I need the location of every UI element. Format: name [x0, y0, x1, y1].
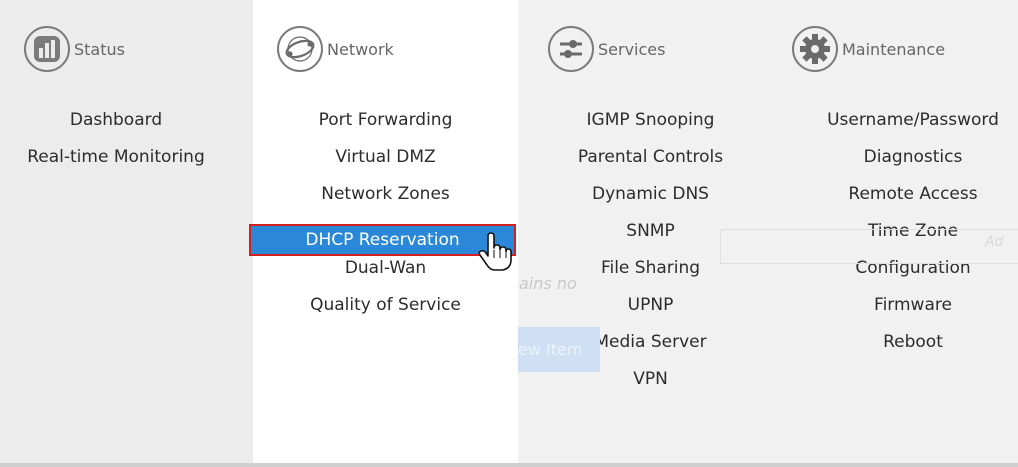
gear-icon — [792, 26, 838, 72]
menu-item-dhcp-reservation[interactable]: DHCP Reservation — [249, 224, 516, 256]
menu-item-remote-access[interactable]: Remote Access — [783, 182, 1018, 219]
maintenance-header[interactable]: Maintenance — [792, 24, 945, 74]
menu-item-vpn[interactable]: VPN — [518, 367, 783, 404]
network-header[interactable]: Network — [277, 24, 394, 74]
status-header[interactable]: Status — [24, 24, 125, 74]
menu-item-dashboard[interactable]: Dashboard — [0, 108, 232, 145]
status-items: Dashboard Real-time Monitoring — [0, 108, 232, 182]
menu-item-network-zones[interactable]: Network Zones — [253, 182, 518, 219]
menu-item-dynamic-dns[interactable]: Dynamic DNS — [518, 182, 783, 219]
status-title: Status — [74, 39, 125, 59]
menu-item-virtual-dmz[interactable]: Virtual DMZ — [253, 145, 518, 182]
status-column: Status Dashboard Real-time Monitoring — [0, 0, 253, 463]
maintenance-title: Maintenance — [842, 39, 946, 59]
menu-item-parental-controls[interactable]: Parental Controls — [518, 145, 783, 182]
menu-item-username-password[interactable]: Username/Password — [783, 108, 1018, 145]
ghost-input-box — [720, 229, 1018, 264]
ghost-new-item-button: ew Item — [518, 327, 600, 372]
ghost-add-text: Ad — [985, 234, 1004, 250]
services-header[interactable]: Services — [548, 24, 665, 74]
menu-item-diagnostics[interactable]: Diagnostics — [783, 145, 1018, 182]
network-title: Network — [327, 39, 394, 59]
menu-item-igmp-snooping[interactable]: IGMP Snooping — [518, 108, 783, 145]
network-items: Port Forwarding Virtual DMZ Network Zone… — [253, 108, 518, 330]
menu-item-upnp[interactable]: UPNP — [518, 293, 783, 330]
services-sliders-icon — [548, 26, 594, 72]
menu-item-real-time-monitoring[interactable]: Real-time Monitoring — [0, 145, 232, 182]
status-bars-icon — [24, 26, 70, 72]
menu-item-firmware[interactable]: Firmware — [783, 293, 1018, 330]
network-globe-icon — [277, 26, 323, 72]
menu-item-quality-of-service[interactable]: Quality of Service — [253, 293, 518, 330]
services-title: Services — [598, 39, 666, 59]
hand-cursor-icon — [478, 232, 512, 271]
menu-item-reboot[interactable]: Reboot — [783, 330, 1018, 367]
ghost-empty-message: ains no — [519, 274, 577, 293]
menu-bottom-border — [0, 463, 1018, 467]
menu-item-port-forwarding[interactable]: Port Forwarding — [253, 108, 518, 145]
